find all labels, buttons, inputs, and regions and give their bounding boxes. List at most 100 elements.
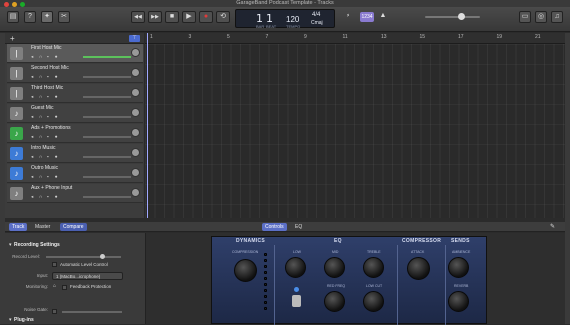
low-cut-knob[interactable] <box>363 291 384 312</box>
mute-button[interactable]: ◂ <box>31 194 33 200</box>
recording-settings-heading[interactable]: Recording Settings <box>14 242 60 248</box>
headphones-icon[interactable]: ∩ <box>39 174 42 179</box>
track-filter-button[interactable]: ⊤ <box>129 35 140 42</box>
track-volume-slider[interactable] <box>83 96 131 98</box>
master-volume-handle[interactable] <box>458 13 465 20</box>
tuner-button[interactable]: ⸗ <box>342 11 354 23</box>
rewind-button[interactable]: ◀◀ <box>131 11 145 23</box>
mute-button[interactable]: ◂ <box>31 74 33 80</box>
track-volume-slider[interactable] <box>83 76 131 78</box>
tab-track[interactable]: Track <box>9 223 28 231</box>
track-row[interactable]: ♪ Ads + Promotions ◂ ∩ ▪ ⏺ <box>7 124 143 143</box>
count-in-button[interactable]: 1234 <box>360 12 374 22</box>
lock-icon[interactable]: ▪ <box>47 94 49 99</box>
headphones-icon[interactable]: ∩ <box>39 94 42 99</box>
track-row[interactable]: | First Host Mic ◂ ∩ ▪ ⏺ <box>7 44 143 63</box>
stop-button[interactable]: ■ <box>165 11 179 23</box>
eq-power-button[interactable] <box>294 287 299 292</box>
track-pan-knob[interactable] <box>131 88 140 97</box>
noise-gate-slider[interactable] <box>62 311 122 313</box>
track-name[interactable]: Third Host Mic <box>31 85 63 91</box>
track-volume-slider[interactable] <box>83 196 131 198</box>
ambience-knob[interactable] <box>448 257 469 278</box>
monitoring-icon[interactable]: ⌂ <box>53 283 56 289</box>
mid-knob[interactable] <box>324 257 345 278</box>
record-enable-icon[interactable]: ⏺ <box>55 194 57 199</box>
mute-button[interactable]: ◂ <box>31 54 33 60</box>
track-pan-knob[interactable] <box>131 168 140 177</box>
lcd-display[interactable]: 1 1 BAR BEAT 120 TEMPO 4/4 Cmaj <box>235 9 335 29</box>
track-row[interactable]: ♪ Intro Music ◂ ∩ ▪ ⏺ <box>7 144 143 163</box>
arrange-area[interactable] <box>145 44 565 218</box>
record-enable-icon[interactable]: ⏺ <box>55 114 57 119</box>
mute-button[interactable]: ◂ <box>31 154 33 160</box>
compression-knob[interactable] <box>234 259 257 282</box>
lock-icon[interactable]: ▪ <box>47 114 49 119</box>
low-knob[interactable] <box>285 257 306 278</box>
input-select[interactable]: 1 (MacBo...icrophone) <box>52 272 123 280</box>
track-name[interactable]: Aux + Phone Input <box>31 185 72 191</box>
track-volume-slider[interactable] <box>83 176 131 178</box>
tab-master[interactable]: Master <box>32 223 53 231</box>
mute-button[interactable]: ◂ <box>31 134 33 140</box>
media-button[interactable]: ♫ <box>551 11 563 23</box>
track-row[interactable]: ♪ Guest Mic ◂ ∩ ▪ ⏺ <box>7 104 143 123</box>
tab-controls[interactable]: Controls <box>262 223 287 231</box>
record-enable-icon[interactable]: ⏺ <box>55 54 57 59</box>
noise-gate-checkbox[interactable] <box>52 309 57 314</box>
notepad-button[interactable]: ▭ <box>519 11 531 23</box>
lock-icon[interactable]: ▪ <box>47 194 49 199</box>
track-row[interactable]: ♪ Aux + Phone Input ◂ ∩ ▪ ⏺ <box>7 184 143 203</box>
track-row[interactable]: | Second Host Mic ◂ ∩ ▪ ⏺ <box>7 64 143 83</box>
reverb-knob[interactable] <box>448 291 469 312</box>
pencil-icon[interactable]: ✎ <box>550 223 555 230</box>
lock-icon[interactable]: ▪ <box>47 154 49 159</box>
add-track-button[interactable]: + <box>10 34 15 43</box>
headphones-icon[interactable]: ∩ <box>39 154 42 159</box>
track-name[interactable]: Second Host Mic <box>31 65 69 71</box>
record-button[interactable]: ● <box>199 11 213 23</box>
track-name[interactable]: First Host Mic <box>31 45 62 51</box>
headphones-icon[interactable]: ∩ <box>39 114 42 119</box>
lock-icon[interactable]: ▪ <box>47 134 49 139</box>
track-row[interactable]: | Third Host Mic ◂ ∩ ▪ ⏺ <box>7 84 143 103</box>
track-name[interactable]: Outro Music <box>31 165 58 171</box>
master-volume-slider[interactable] <box>425 16 480 18</box>
track-pan-knob[interactable] <box>131 128 140 137</box>
plugins-heading[interactable]: Plug-ins <box>14 317 34 323</box>
track-name[interactable]: Ads + Promotions <box>31 125 71 131</box>
headphones-icon[interactable]: ∩ <box>39 134 42 139</box>
track-pan-knob[interactable] <box>131 108 140 117</box>
record-enable-icon[interactable]: ⏺ <box>55 134 57 139</box>
record-enable-icon[interactable]: ⏺ <box>55 74 57 79</box>
track-volume-slider[interactable] <box>83 116 131 118</box>
mute-button[interactable]: ◂ <box>31 94 33 100</box>
track-name[interactable]: Intro Music <box>31 145 55 151</box>
play-button[interactable]: ▶ <box>182 11 196 23</box>
track-pan-knob[interactable] <box>131 48 140 57</box>
record-level-slider[interactable] <box>46 256 121 258</box>
headphones-icon[interactable]: ∩ <box>39 54 42 59</box>
mute-button[interactable]: ◂ <box>31 114 33 120</box>
attack-knob[interactable] <box>407 257 430 280</box>
eq-toggle-switch[interactable] <box>292 295 301 307</box>
record-level-handle[interactable] <box>100 254 105 259</box>
track-name[interactable]: Guest Mic <box>31 105 54 111</box>
treble-knob[interactable] <box>363 257 384 278</box>
help-button[interactable]: ? <box>24 11 36 23</box>
record-enable-icon[interactable]: ⏺ <box>55 94 57 99</box>
lock-icon[interactable]: ▪ <box>47 54 49 59</box>
feedback-checkbox[interactable] <box>62 285 67 290</box>
headphones-icon[interactable]: ∩ <box>39 74 42 79</box>
headphones-icon[interactable]: ∩ <box>39 194 42 199</box>
lock-icon[interactable]: ▪ <box>47 174 49 179</box>
auto-level-checkbox[interactable] <box>52 262 57 267</box>
track-pan-knob[interactable] <box>131 68 140 77</box>
mute-button[interactable]: ◂ <box>31 174 33 180</box>
editors-button[interactable]: ✂ <box>58 11 70 23</box>
disclosure-triangle-icon[interactable]: ▾ <box>9 242 12 248</box>
record-enable-icon[interactable]: ⏺ <box>55 154 57 159</box>
track-volume-slider[interactable] <box>83 56 131 58</box>
red-freq-knob[interactable] <box>324 291 345 312</box>
lock-icon[interactable]: ▪ <box>47 74 49 79</box>
